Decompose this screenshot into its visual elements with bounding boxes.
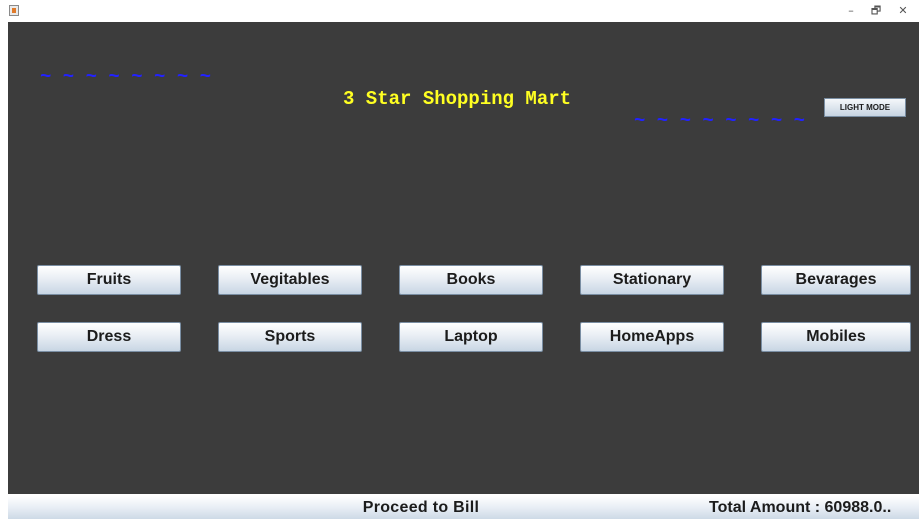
close-button[interactable]: ✕ (892, 2, 914, 20)
light-mode-button[interactable]: LIGHT MODE (824, 98, 906, 117)
proceed-to-bill-button[interactable]: Proceed to Bill (345, 496, 497, 519)
category-button-laptop[interactable]: Laptop (399, 322, 543, 352)
store-title: 3 Star Shopping Mart (343, 88, 572, 110)
total-amount-label: Total Amount : 60988.0.. (709, 499, 892, 516)
category-button-sports[interactable]: Sports (218, 322, 362, 352)
category-button-mobiles[interactable]: Mobiles (761, 322, 911, 352)
category-button-stationary[interactable]: Stationary (580, 265, 724, 295)
category-button-bevarages[interactable]: Bevarages (761, 265, 911, 295)
right-decoration: ~ ~ ~ ~ ~ ~ ~ ~ (634, 110, 806, 132)
store-banner: ~ ~ ~ ~ ~ ~ ~ ~ 3 Star Shopping Mart ~ ~… (8, 44, 919, 132)
left-decoration: ~ ~ ~ ~ ~ ~ ~ ~ (40, 66, 212, 88)
category-button-homeapps[interactable]: HomeApps (580, 322, 724, 352)
restore-button[interactable]: 🗗 (865, 2, 887, 20)
category-button-books[interactable]: Books (399, 265, 543, 295)
footer-panel: Proceed to Bill Total Amount : 60988.0.. (8, 496, 919, 519)
minimize-button[interactable]: – (840, 2, 862, 20)
java-app-icon (9, 5, 19, 16)
window-title-bar: – 🗗 ✕ (0, 0, 919, 22)
category-button-fruits[interactable]: Fruits (37, 265, 181, 295)
category-button-dress[interactable]: Dress (37, 322, 181, 352)
footer-bar: Proceed to Bill Total Amount : 60988.0.. (0, 494, 919, 519)
category-button-vegitables[interactable]: Vegitables (218, 265, 362, 295)
